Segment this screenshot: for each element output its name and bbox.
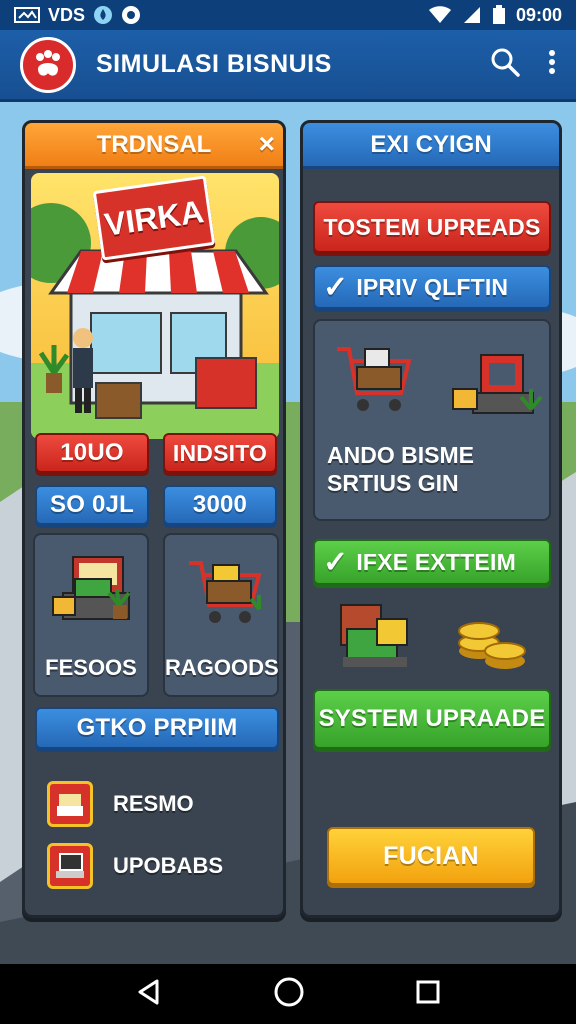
app-title: SIMULASI BISNUIS <box>96 50 332 78</box>
shop-sign-text: VIRKA <box>102 192 206 243</box>
privilege-button-label: IPRIV QLFTIN <box>356 273 509 300</box>
business-panel-title: EXI CYIGN <box>370 130 492 158</box>
back-icon[interactable] <box>135 978 163 1011</box>
fix-extension-button[interactable]: ✓ IFXE EXTTEIM <box>313 539 551 585</box>
shopping-cart-icon <box>329 335 419 430</box>
business-panel: EXI CYIGN TOSTEM UPREADS ✓ IPRIV QLFTIN <box>300 120 562 918</box>
recents-icon[interactable] <box>415 979 441 1010</box>
privilege-button[interactable]: ✓ IPRIV QLFTIN <box>313 265 551 309</box>
business-status-text: ANDO BISME SRTIUS GIN <box>327 442 474 496</box>
check-icon: ✓ <box>323 270 349 304</box>
laptop-icon <box>47 843 93 889</box>
amount-button[interactable]: 3000 <box>163 485 277 525</box>
deposit-button[interactable]: INDSITO <box>163 433 277 473</box>
more-vert-icon[interactable] <box>548 49 556 80</box>
record-icon <box>121 5 141 25</box>
list-item[interactable]: UPOBABS <box>47 843 223 889</box>
battery-icon <box>492 5 506 25</box>
signal-icon <box>462 6 482 24</box>
item-card-ragoods[interactable]: RAGOODS <box>163 533 279 697</box>
status-bar: VDS 09:00 <box>0 0 576 30</box>
close-icon[interactable]: × <box>259 128 275 160</box>
cash-register-icon <box>49 545 139 640</box>
section-premium-button[interactable]: GTKO PRPIIM <box>35 707 279 749</box>
list-item[interactable]: RESMO <box>47 781 194 827</box>
price-button[interactable]: 10UO <box>35 433 149 473</box>
item-card-fesoos[interactable]: FESOOS <box>33 533 149 697</box>
trade-panel-header: TRDNSAL × <box>25 123 283 169</box>
wifi-icon <box>428 6 452 24</box>
stock-button[interactable]: SO 0JL <box>35 485 149 525</box>
item-card-label: RAGOODS <box>165 655 279 680</box>
item-card-label: FESOOS <box>45 655 137 680</box>
app-bar: SIMULASI BISNUIS <box>0 30 576 102</box>
system-upgrade-button[interactable]: SYSTEM UPRAADE <box>313 689 551 749</box>
list-item-label: RESMO <box>113 791 194 816</box>
desk-icon <box>445 345 545 440</box>
fix-extension-button-label: IFXE EXTTEIM <box>356 548 516 575</box>
function-button[interactable]: FUCIAN <box>327 827 535 885</box>
search-icon[interactable] <box>490 47 520 82</box>
check-icon: ✓ <box>323 545 349 579</box>
cash-register-icon <box>47 781 93 827</box>
system-upgrades-button[interactable]: TOSTEM UPREADS <box>313 201 551 253</box>
paw-logo-icon[interactable] <box>20 36 76 93</box>
business-panel-header: EXI CYIGN <box>303 123 559 169</box>
trade-panel-title: TRDNSAL <box>96 130 212 158</box>
trade-panel: TRDNSAL × VIRKA 10UO INDSITO SO 0JL 3000… <box>22 120 286 918</box>
shopping-cart-icon <box>179 545 269 640</box>
drop-icon <box>93 5 113 25</box>
status-time: 09:00 <box>515 4 562 25</box>
navigation-bar <box>0 964 576 1024</box>
screen-icon <box>14 6 40 24</box>
status-carrier: VDS <box>48 4 86 25</box>
cash-register-icon <box>333 599 417 680</box>
list-item-label: UPOBABS <box>113 853 224 878</box>
home-icon[interactable] <box>273 976 305 1013</box>
coins-icon <box>453 607 529 680</box>
business-status-card[interactable]: ANDO BISME SRTIUS GIN <box>313 319 551 521</box>
shop-illustration: VIRKA <box>31 173 279 439</box>
